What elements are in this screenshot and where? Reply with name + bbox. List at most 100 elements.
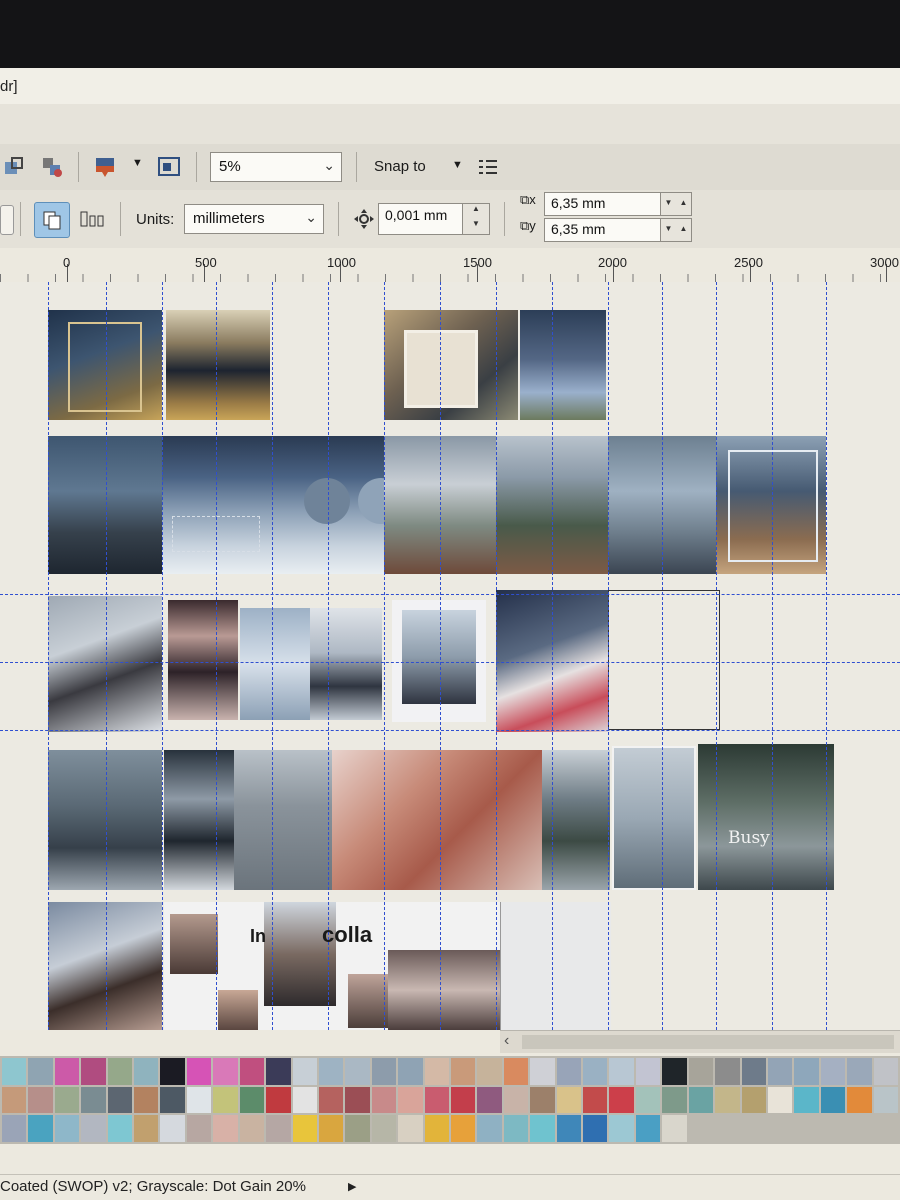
color-swatch[interactable]: [583, 1086, 608, 1114]
horizontal-scrollbar[interactable]: ‹: [500, 1030, 900, 1053]
color-swatch[interactable]: [556, 1086, 582, 1114]
color-swatch[interactable]: [292, 1058, 317, 1085]
color-swatch[interactable]: [266, 1058, 291, 1085]
color-swatch[interactable]: [767, 1086, 793, 1114]
color-swatch[interactable]: [160, 1058, 185, 1085]
color-swatch[interactable]: [2, 1115, 27, 1142]
color-swatch[interactable]: [186, 1086, 212, 1114]
spin-up-icon[interactable]: ▲: [676, 219, 691, 241]
color-swatch[interactable]: [2, 1086, 27, 1114]
color-swatch[interactable]: [239, 1058, 265, 1085]
vertical-guideline[interactable]: [772, 282, 773, 1030]
collage-photo[interactable]: [162, 436, 384, 574]
color-swatch[interactable]: [107, 1086, 133, 1114]
collage-photo[interactable]: [234, 750, 332, 890]
vertical-guideline[interactable]: [826, 282, 827, 1030]
color-swatch[interactable]: [318, 1058, 344, 1085]
collage-photo[interactable]: [164, 750, 234, 890]
status-arrow-icon[interactable]: ▶: [348, 1180, 356, 1193]
welcome-screen-icon[interactable]: [155, 153, 183, 181]
collage-page[interactable]: In colla: [164, 902, 500, 1030]
color-swatch[interactable]: [820, 1086, 846, 1114]
vertical-guideline[interactable]: [384, 282, 385, 1030]
color-swatch[interactable]: [715, 1058, 740, 1085]
color-swatch[interactable]: [81, 1058, 106, 1085]
color-swatch[interactable]: [873, 1058, 898, 1085]
horizontal-guideline[interactable]: [0, 730, 900, 731]
color-swatch[interactable]: [318, 1115, 344, 1142]
color-swatch[interactable]: [583, 1058, 608, 1085]
vertical-guideline[interactable]: [496, 282, 497, 1030]
color-swatch[interactable]: [847, 1058, 872, 1085]
color-swatch[interactable]: [371, 1115, 397, 1142]
color-swatch[interactable]: [292, 1086, 317, 1114]
color-swatch[interactable]: [503, 1058, 529, 1085]
collage-photo[interactable]: [716, 436, 826, 574]
vertical-guideline[interactable]: [48, 282, 49, 1030]
collage-photo[interactable]: [48, 596, 162, 732]
color-swatch[interactable]: [81, 1115, 106, 1142]
empty-frame[interactable]: [608, 590, 720, 730]
collage-photo[interactable]: [166, 310, 270, 420]
color-swatch[interactable]: [556, 1115, 582, 1142]
color-swatch[interactable]: [2, 1058, 27, 1085]
color-swatch[interactable]: [28, 1115, 53, 1142]
color-swatch[interactable]: [398, 1115, 423, 1142]
color-swatch[interactable]: [213, 1086, 238, 1114]
scroll-left-icon[interactable]: ‹: [504, 1032, 509, 1050]
vertical-guideline[interactable]: [272, 282, 273, 1030]
color-swatch[interactable]: [345, 1086, 370, 1114]
color-swatch[interactable]: [583, 1115, 608, 1142]
color-swatch[interactable]: [424, 1086, 449, 1114]
units-dropdown[interactable]: millimeters ⌄: [184, 204, 324, 234]
vertical-guideline[interactable]: [440, 282, 441, 1030]
color-swatch[interactable]: [477, 1115, 502, 1142]
color-swatch[interactable]: [239, 1086, 265, 1114]
color-swatch[interactable]: [345, 1058, 370, 1085]
vertical-guideline[interactable]: [216, 282, 217, 1030]
color-swatch[interactable]: [134, 1115, 159, 1142]
collage-photo[interactable]: [384, 310, 518, 420]
color-swatch[interactable]: [609, 1115, 634, 1142]
color-swatch[interactable]: [530, 1115, 555, 1142]
drawing-canvas[interactable]: Busy In colla: [0, 282, 900, 1030]
color-swatch[interactable]: [160, 1086, 185, 1114]
color-swatch[interactable]: [186, 1058, 212, 1085]
horizontal-ruler[interactable]: 0 500 1000 1500 2000 2500 3000: [0, 248, 900, 283]
color-swatch[interactable]: [450, 1086, 476, 1114]
color-swatch[interactable]: [213, 1058, 238, 1085]
color-swatch[interactable]: [847, 1086, 872, 1114]
collage-photo[interactable]: [392, 600, 486, 722]
color-swatch[interactable]: [820, 1058, 846, 1085]
color-swatch[interactable]: [266, 1115, 291, 1142]
color-swatch[interactable]: [662, 1115, 687, 1142]
color-swatch[interactable]: [873, 1086, 898, 1114]
color-swatch[interactable]: [688, 1086, 714, 1114]
spin-up-icon[interactable]: ▲: [676, 193, 691, 215]
color-swatch[interactable]: [609, 1086, 634, 1114]
color-swatch[interactable]: [741, 1086, 766, 1114]
color-swatch[interactable]: [767, 1058, 793, 1085]
color-swatch[interactable]: [635, 1115, 661, 1142]
color-swatch[interactable]: [794, 1058, 819, 1085]
spin-down-icon[interactable]: ▼: [661, 193, 676, 215]
color-swatch[interactable]: [662, 1086, 687, 1114]
color-swatch[interactable]: [54, 1058, 80, 1085]
color-swatch[interactable]: [371, 1086, 397, 1114]
options-checklist-icon[interactable]: [474, 153, 502, 181]
spin-up-icon[interactable]: ▲: [463, 204, 489, 219]
vertical-guideline[interactable]: [162, 282, 163, 1030]
collage-photo[interactable]: [520, 310, 606, 420]
color-swatch[interactable]: [398, 1086, 423, 1114]
color-swatch[interactable]: [530, 1058, 555, 1085]
app-launcher-icon[interactable]: [92, 153, 120, 181]
current-page-button[interactable]: [78, 205, 106, 233]
snap-dropdown-arrow-icon[interactable]: ▼: [452, 159, 463, 171]
vertical-guideline[interactable]: [608, 282, 609, 1030]
launcher-dropdown-arrow-icon[interactable]: ▼: [132, 157, 143, 169]
snap-to-button[interactable]: Snap to: [374, 158, 426, 175]
color-swatch[interactable]: [741, 1058, 766, 1085]
color-swatch[interactable]: [398, 1058, 423, 1085]
nudge-spin-buttons[interactable]: ▲ ▼: [462, 204, 489, 234]
collage-photo[interactable]: [240, 608, 310, 720]
